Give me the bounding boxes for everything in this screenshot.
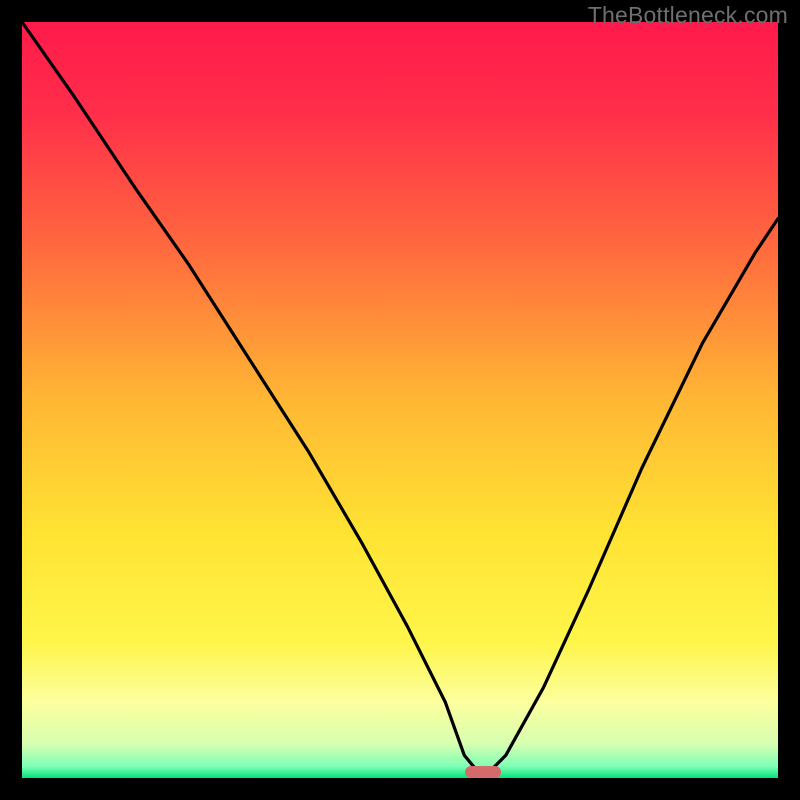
plot-area xyxy=(22,22,778,778)
bottleneck-curve xyxy=(22,22,778,778)
plot-frame xyxy=(22,22,778,778)
optimal-marker xyxy=(465,766,501,778)
watermark-text: TheBottleneck.com xyxy=(588,2,788,29)
